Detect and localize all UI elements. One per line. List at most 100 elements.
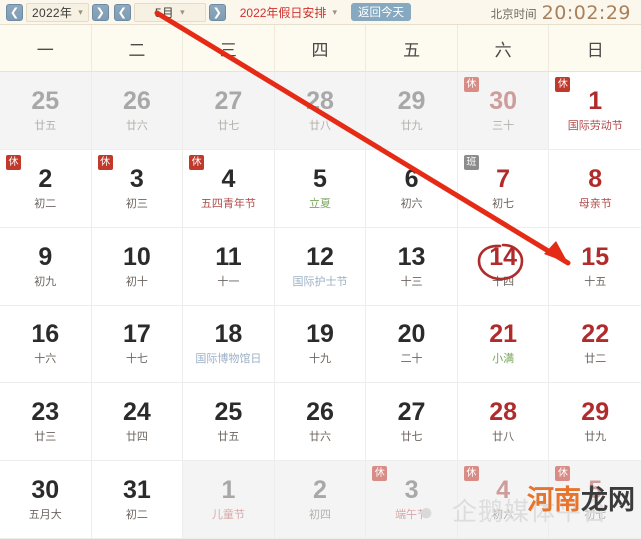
next-month-button[interactable]: ❯ — [208, 3, 226, 21]
day-cell[interactable]: 5 立夏 — [274, 149, 367, 228]
day-sublabel: 二十 — [400, 353, 423, 366]
day-cell[interactable]: 休 5 初七 — [549, 461, 641, 539]
day-cell[interactable]: 31 初二 — [91, 461, 184, 539]
day-cell[interactable]: 14 十四 — [457, 227, 550, 306]
day-sublabel: 国际劳动节 — [567, 119, 623, 132]
day-sublabel: 十三 — [400, 275, 423, 288]
day-number: 23 — [31, 398, 60, 427]
day-number: 9 — [38, 242, 53, 271]
day-number: 5 — [588, 476, 603, 505]
day-sublabel: 初三 — [125, 197, 148, 210]
day-number: 27 — [397, 398, 426, 427]
day-cell[interactable]: 20 二十 — [366, 305, 458, 384]
day-cell[interactable]: 6 初六 — [366, 149, 458, 228]
day-cell[interactable]: 休 4 五四青年节 — [183, 149, 275, 228]
day-cell[interactable]: 2 初四 — [274, 461, 367, 539]
beijing-clock: 北京时间 20:02:29 — [491, 3, 635, 22]
weekday-2: 二 — [92, 25, 184, 71]
day-number: 4 — [496, 476, 511, 505]
day-sublabel: 端午节 — [395, 509, 429, 522]
day-cell[interactable]: 11 十一 — [183, 227, 275, 306]
day-cell[interactable]: 19 十九 — [274, 305, 367, 384]
day-cell[interactable]: 28 廿八 — [457, 383, 550, 462]
day-cell[interactable]: 30 五月大 — [0, 461, 92, 539]
next-year-button[interactable]: ❯ — [91, 3, 109, 21]
day-cell[interactable]: 休 4 初六 — [457, 461, 550, 539]
day-sublabel: 初六 — [400, 197, 423, 210]
day-number: 20 — [397, 320, 426, 349]
day-sublabel: 十一 — [217, 275, 240, 288]
day-cell[interactable]: 休 2 初二 — [0, 149, 92, 228]
day-number: 15 — [581, 242, 610, 271]
month-select[interactable]: 5月 ▾ — [133, 2, 206, 22]
day-sublabel: 廿三 — [34, 431, 57, 444]
day-cell[interactable]: 18 国际博物馆日 — [183, 305, 275, 384]
day-number: 25 — [214, 398, 243, 427]
day-cell[interactable]: 16 十六 — [0, 305, 92, 384]
day-cell[interactable]: 班 7 初七 — [457, 149, 550, 228]
day-number: 1 — [221, 476, 236, 505]
day-sublabel: 五四青年节 — [200, 197, 256, 210]
day-cell[interactable]: 15 十五 — [549, 227, 641, 306]
day-number: 30 — [31, 476, 60, 505]
day-sublabel: 初四 — [308, 509, 331, 522]
day-cell[interactable]: 22 廿二 — [549, 305, 641, 384]
day-cell[interactable]: 12 国际护士节 — [274, 227, 367, 306]
day-number: 29 — [397, 86, 426, 115]
back-to-today-button[interactable]: 返回今天 — [350, 3, 411, 21]
day-sublabel: 十九 — [308, 353, 331, 366]
day-cell[interactable]: 29 廿九 — [366, 72, 458, 150]
day-number: 10 — [122, 242, 151, 271]
weekday-5: 五 — [366, 25, 458, 71]
calendar-toolbar: ❮ 2022年 ▾ ❯ ❮ 5月 ▾ ❯ 2022年假日安排 ▾ 返回今天 北京… — [0, 0, 641, 25]
day-cell[interactable]: 8 母亲节 — [549, 149, 641, 228]
day-cell[interactable]: 9 初九 — [0, 227, 92, 306]
day-number: 24 — [122, 398, 151, 427]
day-cell[interactable]: 26 廿六 — [91, 72, 184, 150]
day-sublabel: 初七 — [584, 509, 607, 522]
day-cell[interactable]: 10 初十 — [91, 227, 184, 306]
day-sublabel: 立夏 — [308, 197, 331, 210]
day-number: 5 — [313, 164, 327, 193]
day-cell[interactable]: 24 廿四 — [91, 383, 184, 462]
day-number: 1 — [588, 86, 603, 115]
day-cell[interactable]: 25 廿五 — [0, 72, 92, 150]
day-number: 31 — [122, 476, 151, 505]
day-cell[interactable]: 23 廿三 — [0, 383, 92, 462]
rest-day-badge: 休 — [463, 77, 479, 92]
day-cell[interactable]: 25 廿五 — [183, 383, 275, 462]
day-sublabel: 儿童节 — [211, 509, 245, 522]
day-cell[interactable]: 27 廿七 — [366, 383, 458, 462]
day-sublabel: 母亲节 — [578, 197, 612, 210]
day-cell[interactable]: 休 1 国际劳动节 — [549, 72, 641, 150]
day-number: 2 — [38, 164, 53, 193]
day-number: 19 — [306, 320, 334, 349]
day-sublabel: 初十 — [125, 275, 148, 288]
day-cell[interactable]: 29 廿九 — [549, 383, 641, 462]
day-cell[interactable]: 27 廿七 — [183, 72, 275, 150]
day-cell[interactable]: 休 3 初三 — [91, 149, 184, 228]
weekday-1: 一 — [0, 25, 92, 71]
day-cell[interactable]: 休 3 端午节 — [366, 461, 458, 539]
day-cell[interactable]: 17 十七 — [91, 305, 184, 384]
day-sublabel: 廿六 — [125, 119, 148, 132]
day-sublabel: 十四 — [492, 275, 515, 288]
day-sublabel: 廿八 — [308, 119, 331, 132]
prev-year-button[interactable]: ❮ — [6, 3, 23, 21]
day-cell[interactable]: 13 十三 — [366, 227, 458, 306]
day-number: 18 — [214, 320, 243, 349]
day-cell[interactable]: 21 小满 — [457, 305, 550, 384]
day-sublabel: 廿二 — [584, 353, 607, 366]
day-number: 28 — [306, 86, 334, 115]
holiday-arrangement-select[interactable]: 2022年假日安排 ▾ — [240, 4, 337, 21]
day-cell[interactable]: 28 廿八 — [274, 72, 367, 150]
day-sublabel: 廿九 — [584, 431, 607, 444]
day-cell[interactable]: 26 廿六 — [274, 383, 367, 462]
year-select[interactable]: 2022年 ▾ — [26, 2, 89, 22]
clock-time: 20:02:29 — [541, 1, 631, 24]
day-sublabel: 廿五 — [34, 119, 57, 132]
day-cell[interactable]: 休 30 三十 — [457, 72, 550, 150]
day-cell[interactable]: 1 儿童节 — [183, 461, 275, 539]
prev-month-button[interactable]: ❮ — [113, 3, 131, 21]
day-number: 3 — [129, 164, 144, 193]
